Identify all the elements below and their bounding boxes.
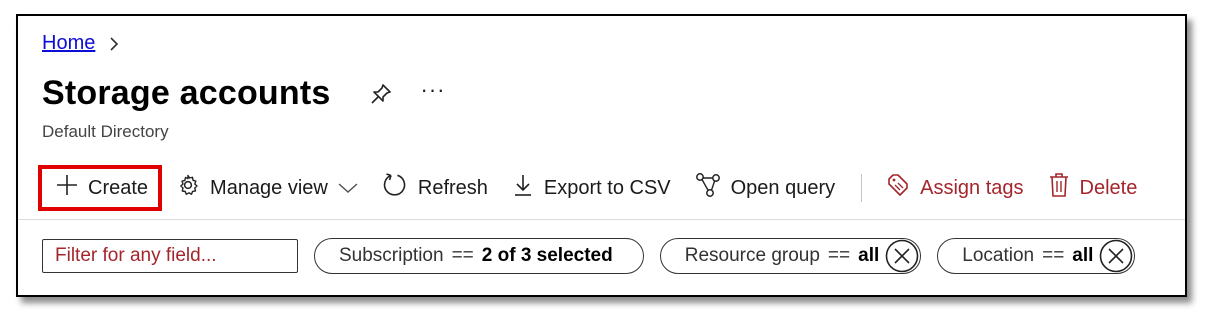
command-bar: Create Manage view Refresh Export to CSV… — [38, 164, 1185, 212]
location-filter-pill[interactable]: Location == all — [937, 238, 1136, 274]
close-icon[interactable] — [1099, 239, 1133, 273]
delete-button[interactable]: Delete — [1036, 168, 1150, 208]
resource-group-filter-label: Resource group — [684, 245, 820, 266]
subscription-filter-label: Subscription — [339, 245, 444, 266]
location-filter-value: all — [1072, 245, 1094, 266]
tag-icon — [886, 173, 910, 203]
trash-icon — [1048, 172, 1070, 204]
breadcrumb-home-link[interactable]: Home — [42, 32, 95, 55]
filter-bar: Subscription == 2 of 3 selected Resource… — [42, 238, 1136, 274]
filter-input[interactable] — [42, 239, 298, 273]
create-label: Create — [88, 176, 149, 199]
create-button[interactable]: Create — [38, 165, 163, 211]
subscription-filter-operator: == — [451, 245, 474, 266]
refresh-button[interactable]: Refresh — [370, 168, 500, 208]
location-filter-label: Location — [962, 245, 1035, 266]
assign-tags-button[interactable]: Assign tags — [874, 168, 1035, 208]
refresh-icon — [382, 172, 408, 204]
toolbar-divider — [861, 174, 863, 202]
open-query-label: Open query — [730, 176, 836, 199]
assign-tags-label: Assign tags — [920, 176, 1024, 199]
chevron-down-icon — [338, 177, 358, 200]
page-title: Storage accounts — [42, 74, 331, 112]
title-row: Storage accounts ··· — [42, 74, 445, 113]
more-options-button[interactable]: ··· — [421, 78, 446, 101]
resource-group-filter-operator: == — [827, 245, 851, 266]
export-csv-button[interactable]: Export to CSV — [500, 168, 683, 208]
plus-icon — [56, 174, 78, 202]
close-icon[interactable] — [885, 239, 919, 273]
resource-group-filter-value: all — [858, 245, 880, 266]
download-icon — [512, 173, 534, 203]
refresh-label: Refresh — [417, 176, 488, 199]
delete-label: Delete — [1079, 176, 1138, 199]
page-subtitle: Default Directory — [42, 122, 169, 141]
portal-window: Home Storage accounts ··· Default Direct… — [16, 14, 1187, 297]
manage-view-button[interactable]: Manage view — [164, 168, 370, 208]
pin-icon[interactable] — [369, 82, 393, 106]
chevron-right-icon — [107, 36, 121, 51]
location-filter-operator: == — [1042, 245, 1065, 266]
gear-icon — [176, 173, 200, 203]
subscription-filter-pill[interactable]: Subscription == 2 of 3 selected — [314, 238, 644, 274]
open-query-button[interactable]: Open query — [683, 168, 848, 208]
toolbar-bottom-divider — [18, 219, 1185, 220]
breadcrumb: Home — [42, 32, 121, 55]
subscription-filter-value: 2 of 3 selected — [481, 245, 613, 266]
manage-view-label: Manage view — [210, 176, 328, 199]
resource-group-filter-pill[interactable]: Resource group == all — [659, 238, 922, 274]
query-icon — [695, 172, 721, 204]
export-csv-label: Export to CSV — [543, 176, 671, 199]
